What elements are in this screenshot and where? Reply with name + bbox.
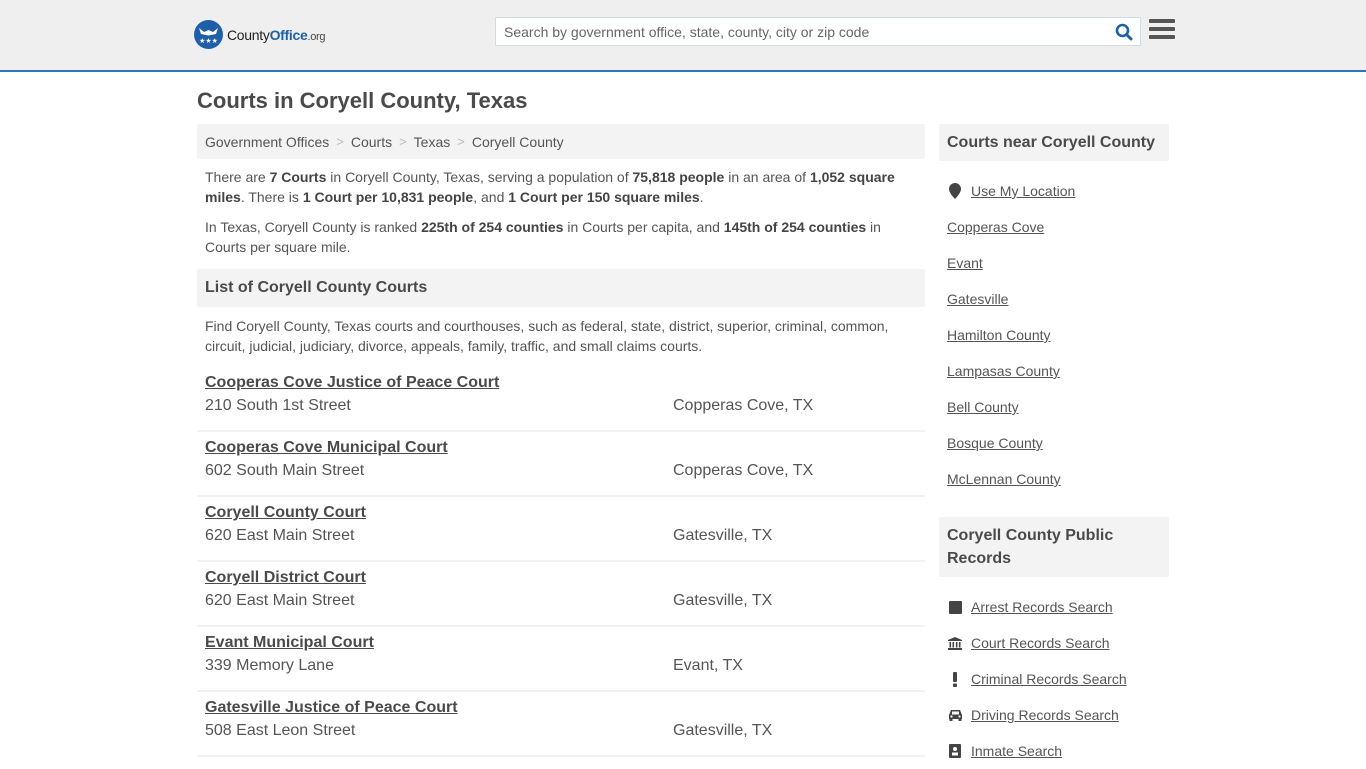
public-records-heading: Coryell County Public Records [939, 517, 1169, 577]
logo-tld: .org [307, 30, 326, 43]
nearby-link-hamilton-county[interactable]: Hamilton County [947, 327, 1051, 343]
nearby-link-lampasas-county[interactable]: Lampasas County [947, 363, 1060, 379]
nearby-item: Lampasas County [947, 353, 1161, 389]
court-list-item: Coryell District Court 620 East Main Str… [197, 562, 925, 627]
car-icon [947, 707, 963, 723]
map-marker-icon [947, 183, 963, 199]
nearby-item: McLennan County [947, 461, 1161, 497]
nearby-link-evant[interactable]: Evant [947, 255, 983, 271]
nearby-item: Gatesville [947, 281, 1161, 317]
nearby-courts-panel: Courts near Coryell County Use My Locati… [939, 124, 1169, 497]
records-item: Driving Records Search [947, 697, 1161, 733]
breadcrumb-coryell-county[interactable]: Coryell County [472, 134, 564, 150]
court-city: Copperas Cove, TX [673, 462, 814, 479]
public-records-panel: Coryell County Public Records Arrest Rec… [939, 517, 1169, 769]
court-name-link[interactable]: Coryell District Court [205, 568, 366, 588]
records-item: Criminal Records Search [947, 661, 1161, 697]
use-my-location-link[interactable]: Use My Location [971, 183, 1075, 199]
intro-ranking-paragraph: In Texas, Coryell County is ranked 225th… [205, 219, 881, 255]
breadcrumb-separator: > [399, 134, 407, 149]
court-address: 508 East Leon Street [205, 722, 356, 739]
main-content: Government Offices > Courts > Texas > Co… [197, 124, 925, 757]
nearby-link-bell-county[interactable]: Bell County [947, 399, 1019, 415]
breadcrumb-government-offices[interactable]: Government Offices [205, 134, 329, 150]
breadcrumb-texas[interactable]: Texas [414, 134, 451, 150]
court-list-description: Find Coryell County, Texas courts and co… [205, 318, 889, 354]
court-list-heading: List of Coryell County Courts [197, 269, 925, 307]
court-list-item: Evant Municipal Court 339 Memory Lane Ev… [197, 627, 925, 692]
court-address: 620 East Main Street [205, 592, 355, 609]
nearby-courts-heading: Courts near Coryell County [939, 124, 1169, 161]
nearby-courts-list: Use My Location Copperas Cove Evant Gate… [939, 161, 1169, 497]
nearby-link-mclennan-county[interactable]: McLennan County [947, 471, 1061, 487]
public-records-list: Arrest Records Search Court Records Sear… [939, 577, 1169, 769]
nearby-item: Bosque County [947, 425, 1161, 461]
criminal-records-link[interactable]: Criminal Records Search [971, 671, 1127, 687]
records-item: Court Records Search [947, 625, 1161, 661]
arrest-records-link[interactable]: Arrest Records Search [971, 599, 1113, 615]
nearby-link-copperas-cove[interactable]: Copperas Cove [947, 219, 1044, 235]
page-title: Courts in Coryell County, Texas [197, 88, 528, 113]
court-address: 339 Memory Lane [205, 657, 334, 674]
id-badge-icon [947, 743, 963, 759]
search-bar [495, 17, 1141, 46]
court-address: 620 East Main Street [205, 527, 355, 544]
search-input[interactable] [496, 18, 1108, 45]
nearby-link-gatesville[interactable]: Gatesville [947, 291, 1008, 307]
exclamation-icon [947, 671, 963, 687]
records-item: Arrest Records Search [947, 589, 1161, 625]
court-city: Copperas Cove, TX [673, 397, 814, 414]
court-name-link[interactable]: Cooperas Cove Justice of Peace Court [205, 373, 499, 393]
nearby-item: Bell County [947, 389, 1161, 425]
court-city: Evant, TX [673, 657, 743, 674]
court-city: Gatesville, TX [673, 592, 773, 609]
search-icon [1115, 23, 1133, 40]
courthouse-icon [947, 635, 963, 651]
nearby-link-bosque-county[interactable]: Bosque County [947, 435, 1043, 451]
hamburger-menu-icon[interactable] [1149, 19, 1175, 43]
court-name-link[interactable]: Cooperas Cove Municipal Court [205, 438, 448, 458]
court-name-link[interactable]: Coryell County Court [205, 503, 366, 523]
svg-text:★★★: ★★★ [199, 37, 218, 45]
court-name-link[interactable]: Evant Municipal Court [205, 633, 374, 653]
logo-brand: Office [269, 26, 308, 43]
square-icon [947, 599, 963, 615]
court-list-item: Cooperas Cove Municipal Court 602 South … [197, 432, 925, 497]
eagle-logo-icon: ★★★ [194, 20, 223, 49]
court-records-link[interactable]: Court Records Search [971, 635, 1110, 651]
intro-summary: There are 7 Courts in Coryell County, Te… [197, 159, 925, 257]
court-city: Gatesville, TX [673, 527, 773, 544]
court-list-item: Gatesville Justice of Peace Court 508 Ea… [197, 692, 925, 757]
nearby-item: Hamilton County [947, 317, 1161, 353]
inmate-search-link[interactable]: Inmate Search [971, 743, 1062, 759]
court-list: Cooperas Cove Justice of Peace Court 210… [197, 367, 925, 757]
court-name-link[interactable]: Gatesville Justice of Peace Court [205, 698, 458, 718]
court-list-item: Coryell County Court 620 East Main Stree… [197, 497, 925, 562]
sidebar: Courts near Coryell County Use My Locati… [939, 124, 1169, 769]
driving-records-link[interactable]: Driving Records Search [971, 707, 1119, 723]
court-city: Gatesville, TX [673, 722, 773, 739]
breadcrumb-separator: > [457, 134, 465, 149]
breadcrumb-courts[interactable]: Courts [351, 134, 392, 150]
court-list-item: Cooperas Cove Justice of Peace Court 210… [197, 367, 925, 432]
nearby-item: Evant [947, 245, 1161, 281]
breadcrumb: Government Offices > Courts > Texas > Co… [197, 124, 925, 159]
search-button[interactable] [1108, 18, 1140, 45]
breadcrumb-separator: > [336, 134, 344, 149]
use-my-location-item: Use My Location [947, 173, 1161, 209]
logo-name: County [227, 26, 270, 43]
intro-stats-paragraph: There are 7 Courts in Coryell County, Te… [205, 169, 895, 205]
site-header: ★★★ CountyOffice.org [0, 0, 1366, 72]
records-item: Inmate Search [947, 733, 1161, 769]
site-logo[interactable]: ★★★ CountyOffice.org [194, 20, 326, 49]
nearby-item: Copperas Cove [947, 209, 1161, 245]
